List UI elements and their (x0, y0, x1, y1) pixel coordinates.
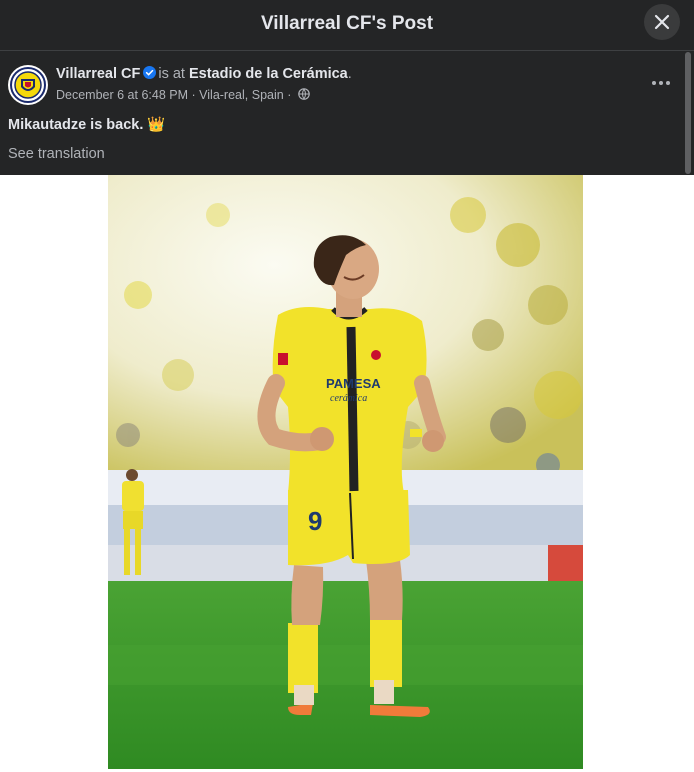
scrollbar[interactable] (684, 52, 692, 174)
jersey-sponsor-sub: cerámica (330, 393, 367, 404)
scrollbar-thumb[interactable] (685, 52, 691, 174)
post-place[interactable]: Vila-real, Spain (199, 88, 284, 102)
close-icon (654, 14, 670, 30)
villarreal-crest-icon (10, 67, 46, 103)
meta-separator: · (191, 88, 196, 102)
jersey-sponsor-text: PAMESA (326, 376, 381, 391)
more-options-button[interactable] (646, 73, 676, 93)
post-meta: December 6 at 6:48 PM · Vila-real, Spain… (56, 88, 310, 102)
post-timestamp[interactable]: December 6 at 6:48 PM (56, 88, 188, 102)
location-suffix: . (347, 66, 352, 82)
location-link[interactable]: Estadio de la Cerámica (189, 66, 348, 82)
see-translation-link[interactable]: See translation (8, 146, 105, 162)
globe-icon (298, 88, 310, 100)
close-button[interactable] (644, 4, 680, 40)
dialog-title: Villarreal CF's Post (260, 13, 434, 34)
shorts-number: 9 (308, 506, 322, 536)
player-photo-illustration: PAMESA cerámica 9 (108, 175, 583, 769)
more-options-icon (652, 81, 656, 85)
post-author-line: Villarreal CF is at Estadio de la Cerámic… (56, 66, 352, 82)
meta-separator: · (287, 88, 292, 102)
page-name-link[interactable]: Villarreal CF (56, 66, 140, 82)
page-avatar[interactable] (8, 65, 48, 105)
post-text: Mikautadze is back. 👑 (8, 117, 166, 133)
verified-badge-icon (143, 66, 157, 79)
is-at-text: is at (158, 66, 185, 82)
post-photo[interactable]: PAMESA cerámica 9 (108, 175, 583, 769)
dialog-header: Villarreal CF's Post (0, 0, 694, 51)
photo-viewer: PAMESA cerámica 9 (0, 175, 694, 772)
more-options-dot (666, 81, 670, 85)
more-options-dot (659, 81, 663, 85)
post-header: Villarreal CF is at Estadio de la Cerámic… (0, 51, 680, 175)
